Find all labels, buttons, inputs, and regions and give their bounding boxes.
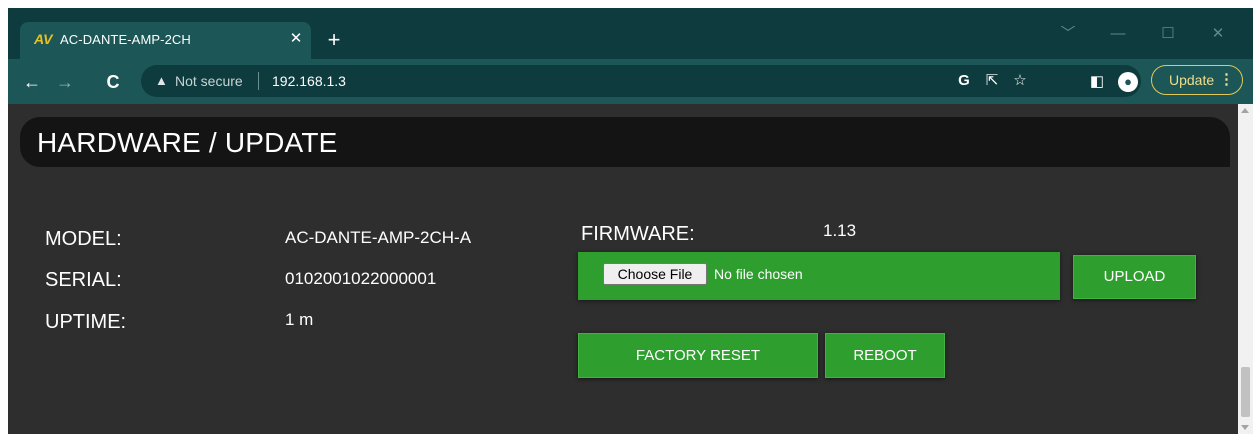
choose-file-button[interactable]: Choose File <box>603 263 707 285</box>
share-icon[interactable]: ⇱ <box>981 70 1003 92</box>
firmware-version: 1.13 <box>823 221 857 240</box>
page-header: HARDWARE / UPDATE <box>20 117 1230 167</box>
uptime-value: 1 m <box>285 310 314 329</box>
scroll-thumb[interactable] <box>1241 367 1250 417</box>
scroll-down-icon[interactable] <box>1241 425 1249 430</box>
star-icon[interactable]: ☆ <box>1009 70 1031 92</box>
update-button[interactable]: Update ⋮ <box>1151 65 1243 95</box>
factory-reset-button[interactable]: FACTORY RESET <box>578 333 818 378</box>
security-label[interactable]: Not secure <box>175 73 243 89</box>
model-value: AC-DANTE-AMP-2CH-A <box>285 228 472 247</box>
address-divider <box>258 72 259 90</box>
model-label: MODEL: <box>45 228 122 250</box>
firmware-label: FIRMWARE: <box>581 223 695 245</box>
page-title: HARDWARE / UPDATE <box>37 127 338 158</box>
profile-icon[interactable]: ● <box>1118 72 1138 92</box>
minimize-icon[interactable]: — <box>1103 24 1133 44</box>
scroll-up-icon[interactable] <box>1241 108 1249 113</box>
reload-icon[interactable]: C <box>101 71 125 93</box>
url-text[interactable]: 192.168.1.3 <box>272 73 346 89</box>
page-scrollbar[interactable] <box>1238 104 1253 434</box>
update-label: Update <box>1169 72 1215 88</box>
file-status: No file chosen <box>714 266 803 282</box>
tab-search-chevron-icon[interactable]: ﹀ <box>1053 24 1083 44</box>
reboot-button[interactable]: REBOOT <box>825 333 945 378</box>
new-tab-icon[interactable]: + <box>322 28 346 52</box>
address-bar[interactable]: ▲ Not secure 192.168.1.3 G ⇱ ☆ <box>141 65 1141 97</box>
tab-close-icon[interactable]: ✕ <box>286 29 306 49</box>
site-favicon-icon: AV <box>34 31 53 47</box>
tab-title: AC-DANTE-AMP-2CH <box>60 32 191 47</box>
back-icon[interactable]: ← <box>20 71 44 93</box>
browser-tab[interactable]: AV AC-DANTE-AMP-2CH ✕ <box>20 22 311 59</box>
forward-icon[interactable]: → <box>53 71 77 93</box>
browser-toolbar: ← → C ▲ Not secure 192.168.1.3 G ⇱ ☆ ◧ ●… <box>8 59 1253 104</box>
firmware-file-row: Choose File No file chosen <box>578 252 1060 300</box>
maximize-icon[interactable]: ☐ <box>1153 24 1183 44</box>
serial-value: 0102001022000001 <box>285 269 437 288</box>
tab-strip: AV AC-DANTE-AMP-2CH ✕ + ﹀ — ☐ ✕ <box>8 8 1253 59</box>
serial-label: SERIAL: <box>45 269 122 291</box>
menu-icon[interactable]: ⋮ <box>1219 66 1234 94</box>
upload-button[interactable]: UPLOAD <box>1073 255 1196 299</box>
window-close-icon[interactable]: ✕ <box>1203 24 1233 44</box>
uptime-label: UPTIME: <box>45 311 127 333</box>
sidepanel-icon[interactable]: ◧ <box>1086 71 1108 93</box>
page-viewport: HARDWARE / UPDATE MODEL: AC-DANTE-AMP-2C… <box>8 104 1238 434</box>
warning-icon[interactable]: ▲ <box>155 73 168 89</box>
google-icon[interactable]: G <box>953 70 975 92</box>
